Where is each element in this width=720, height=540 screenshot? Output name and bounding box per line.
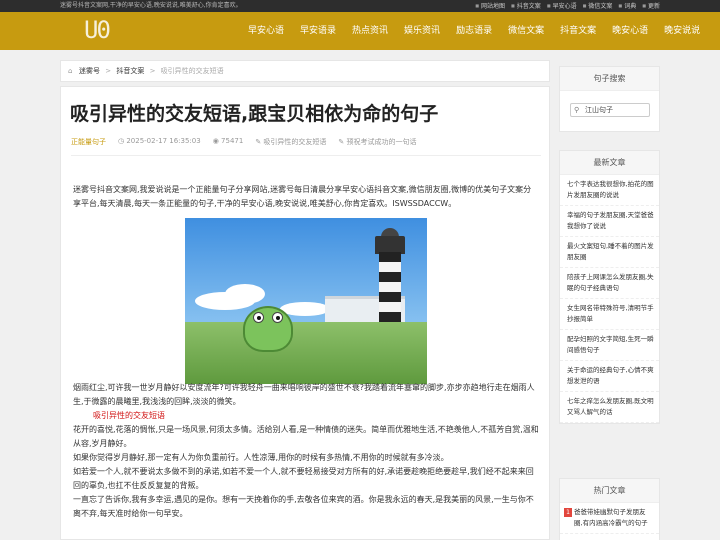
list-item[interactable]: 关于命运的经典句子,心情不爽想发泄的语 — [560, 361, 659, 392]
breadcrumb-home[interactable]: 迷雾号 — [79, 67, 100, 75]
site-logo[interactable]: U0 — [84, 17, 122, 43]
latest-articles-widget: 最新文章 七个字表达我很想你,拍花的图片发朋友圈的说说 幸福的句子发朋友圈,天堂… — [559, 150, 660, 424]
link-icon: ✎ — [338, 138, 347, 146]
breadcrumb: ⌂ 迷雾号 > 抖音文案 > 吸引异性的交友短语 — [60, 60, 550, 82]
meta-tag[interactable]: ✎ 吸引异性的交友短语 — [255, 137, 326, 147]
article-meta: 正能量句子 ◷ 2025-02-17 16:35:03 ◉ 75471 ✎ 吸引… — [71, 137, 417, 147]
home-icon: ⌂ — [68, 67, 73, 75]
nav-item-hot-news[interactable]: 热点资讯 — [344, 12, 396, 50]
rank-badge: 1 — [564, 508, 572, 517]
meta-tag-value: 吸引异性的交友短语 — [263, 138, 327, 146]
search-value: 江山句子 — [585, 106, 613, 114]
frog-eye — [272, 312, 283, 323]
nav-item-wechat-copy[interactable]: 微信文案 — [500, 12, 552, 50]
nav-item-morning-quotes[interactable]: 早安语录 — [292, 12, 344, 50]
meta-views-value: 75471 — [221, 137, 244, 145]
article-subheading: 吸引异性的交友短语 — [93, 411, 165, 420]
list-item[interactable]: 陪孩子上网课怎么发朋友圈,失眠的句子经典语句 — [560, 268, 659, 299]
breadcrumb-separator: > — [149, 67, 156, 75]
meta-related-value: 预祝考试成功的一句话 — [346, 138, 417, 146]
article-panel: 吸引异性的交友短语,跟宝贝相依为命的句子 正能量句子 ◷ 2025-02-17 … — [60, 86, 550, 540]
breadcrumb-current: 吸引异性的交友短语 — [160, 67, 224, 75]
hot-articles-widget: 热门文章 1 爸爸带娃幽默句子发朋友圈,有内涵高冷霸气的句子 — [559, 478, 660, 540]
widget-title: 最新文章 — [560, 151, 659, 175]
meta-views: ◉ 75471 — [213, 137, 244, 147]
body-paragraph: 花开的喜悦,花落的惆怅,只是一场风景,何须太多情。活给别人看,是一种情债的迷失。… — [73, 425, 539, 448]
article-image-frog-lighthouse — [185, 218, 427, 384]
site-slogan: 迷雾号抖音文案网,干净的早安心语,晚安说说,唯美舒心,你肯定喜欢。 — [60, 2, 242, 9]
list-item[interactable]: 女生网名带特殊符号,清明节手抄报简单 — [560, 299, 659, 330]
breadcrumb-separator: > — [105, 67, 112, 75]
hot-list: 1 爸爸带娃幽默句子发朋友圈,有内涵高冷霸气的句子 — [560, 503, 659, 534]
body-paragraph: 烟雨红尘,可许我一世岁月静好以安度流年?可许我轻舟一曲来唱响彼岸的盛世不衰?我踏… — [73, 383, 535, 406]
list-item[interactable]: 七个字表达我很想你,拍花的图片发朋友圈的说说 — [560, 175, 659, 206]
body-paragraph: 如果你觉得岁月静好,那一定有人为你负重前行。人性凉薄,用你的时候有多热情,不用你… — [73, 453, 449, 462]
meta-category[interactable]: 正能量句子 — [71, 137, 106, 147]
body-paragraph: 如若爱一个人,就不要说太多做不到的承诺,如若不爱一个人,就不要轻易接受对方所有的… — [73, 467, 534, 490]
nav-item-night-says[interactable]: 晚安说说 — [656, 12, 708, 50]
meta-date-value: 2025-02-17 16:35:03 — [126, 137, 201, 145]
cloud — [225, 284, 265, 304]
eye-icon: ◉ — [212, 137, 222, 145]
article-body: 烟雨红尘,可许我一世岁月静好以安度流年?可许我轻舟一曲来唱响彼岸的盛世不衰?我踏… — [73, 381, 539, 521]
widget-title: 热门文章 — [560, 479, 659, 503]
widget-title: 句子搜索 — [560, 67, 659, 91]
frog — [243, 306, 293, 352]
list-item[interactable]: 配孕妇照的文字简短,生死一瞬间感悟句子 — [560, 330, 659, 361]
nav-item-douyin-copy[interactable]: 抖音文案 — [552, 12, 604, 50]
page-title: 吸引异性的交友短语,跟宝贝相依为命的句子 — [70, 103, 439, 125]
list-item[interactable]: 1 爸爸带娃幽默句子发朋友圈,有内涵高冷霸气的句子 — [560, 503, 659, 534]
meta-related[interactable]: ✎ 预祝考试成功的一句话 — [338, 137, 416, 147]
hot-item-text: 爸爸带娃幽默句子发朋友圈,有内涵高冷霸气的句子 — [574, 508, 648, 527]
search-icon[interactable]: ⚲ — [574, 104, 579, 116]
search-input[interactable]: ⚲ 江山句子 — [570, 103, 650, 117]
article-intro: 迷雾号抖音文案网,我爱说说是一个正能量句子分享网站,迷雾号每日清晨分享早安心语抖… — [73, 185, 532, 208]
frog-eye — [253, 312, 264, 323]
nav-item-night-words[interactable]: 晚安心语 — [604, 12, 656, 50]
list-item[interactable]: 幸福的句子发朋友圈,天堂爸爸我想你了说说 — [560, 206, 659, 237]
nav-item-inspiration[interactable]: 励志语录 — [448, 12, 500, 50]
meta-date: ◷ 2025-02-17 16:35:03 — [118, 137, 201, 147]
divider — [71, 155, 541, 156]
site-header: U0 早安心语 早安语录 热点资讯 娱乐资讯 励志语录 微信文案 抖音文案 晚安… — [0, 12, 720, 50]
nav-item-entertainment[interactable]: 娱乐资讯 — [396, 12, 448, 50]
list-item[interactable]: 七年之痒怎么发朋友圈,既文明又骂人解气的话 — [560, 392, 659, 423]
main-nav: 早安心语 早安语录 热点资讯 娱乐资讯 励志语录 微信文案 抖音文案 晚安心语 … — [240, 12, 708, 50]
body-paragraph: 一直忘了告诉你,我有多幸运,遇见的是你。想有一天挽着你的手,去敬各位来宾的酒。你… — [73, 495, 534, 518]
grass — [185, 322, 427, 384]
top-bar: 迷雾号抖音文案网,干净的早安心语,晚安说说,唯美舒心,你肯定喜欢。 网站地图 抖… — [0, 0, 720, 12]
nav-item-morning-words[interactable]: 早安心语 — [240, 12, 292, 50]
list-item[interactable]: 最火文案短句,睡不着的图片发朋友圈 — [560, 237, 659, 268]
latest-list: 七个字表达我很想你,拍花的图片发朋友圈的说说 幸福的句子发朋友圈,天堂爸爸我想你… — [560, 175, 659, 423]
breadcrumb-category[interactable]: 抖音文案 — [116, 67, 144, 75]
search-widget: 句子搜索 ⚲ 江山句子 — [559, 66, 660, 132]
